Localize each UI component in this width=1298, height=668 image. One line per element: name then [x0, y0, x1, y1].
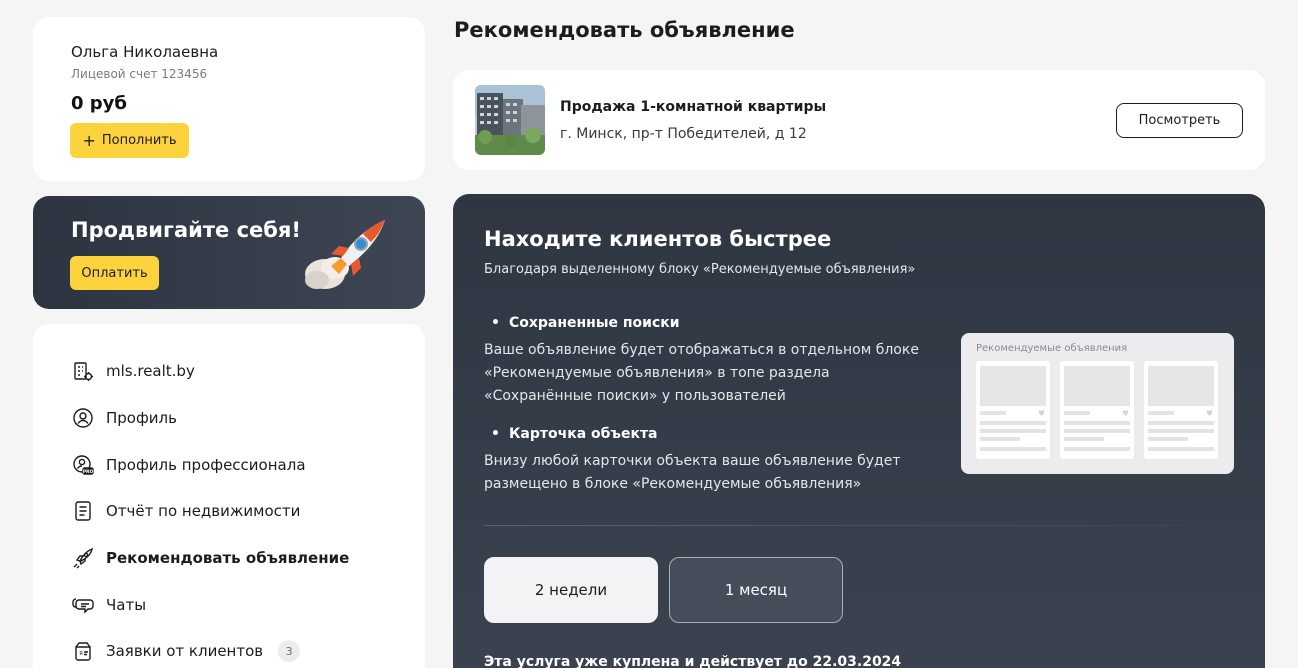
listing-thumbnail — [475, 85, 545, 155]
listing-address: г. Минск, пр-т Победителей, д 12 — [560, 126, 807, 142]
nav-item-requests[interactable]: Я Заявки от клиентов 3 — [71, 637, 301, 665]
side-nav: mls.realt.by Профиль PRO Профиль професс… — [33, 324, 425, 668]
period-option-1-month[interactable]: 1 месяц — [669, 557, 843, 623]
heart-icon: ♥ — [1205, 409, 1213, 418]
chat-icon — [71, 593, 95, 617]
account-number: Лицевой счет 123456 — [71, 67, 208, 81]
svg-text:Я: Я — [79, 651, 82, 657]
feature-title: Карточка объекта — [491, 426, 658, 442]
promo-banner: Продвигайте себя! Оплатить — [33, 196, 425, 309]
svg-text:PRO: PRO — [83, 469, 94, 475]
heart-icon: ♥ — [1037, 409, 1045, 418]
promo-title: Продвигайте себя! — [71, 218, 301, 242]
page-title: Рекомендовать объявление — [454, 18, 795, 42]
promo-panel-title: Находите клиентов быстрее — [484, 227, 832, 251]
document-icon — [71, 499, 95, 523]
period-option-2-weeks[interactable]: 2 недели — [484, 557, 658, 623]
nav-label: Чаты — [106, 596, 147, 614]
balance: 0 руб — [71, 93, 127, 114]
preview-card: ♥ — [1060, 361, 1134, 459]
feature-description: Внизу любой карточки объекта ваше объявл… — [484, 453, 901, 492]
nav-label: mls.realt.by — [106, 362, 195, 380]
user-name: Ольга Николаевна — [71, 43, 219, 61]
plus-icon: + — [82, 130, 96, 150]
nav-item-mls[interactable]: mls.realt.by — [71, 357, 195, 385]
listing-title: Продажа 1-комнатной квартиры — [560, 99, 827, 115]
listing-card: Продажа 1-комнатной квартиры г. Минск, п… — [453, 70, 1265, 170]
rocket-icon — [71, 546, 95, 570]
preview-card: ♥ — [1144, 361, 1218, 459]
building-gear-icon — [71, 359, 95, 383]
requests-icon: Я — [71, 639, 95, 663]
nav-label: Отчёт по недвижимости — [106, 502, 301, 520]
user-pro-icon: PRO — [71, 453, 95, 477]
view-listing-button[interactable]: Посмотреть — [1116, 103, 1243, 138]
nav-label: Профиль — [106, 409, 177, 427]
recommend-promo-panel: Находите клиентов быстрее Благодаря выде… — [453, 194, 1265, 668]
nav-label: Профиль профессионала — [106, 456, 306, 474]
promo-panel-subtitle: Благодаря выделенному блоку «Рекомендуем… — [484, 262, 916, 277]
topup-button[interactable]: + Пополнить — [70, 123, 189, 158]
divider — [484, 525, 1234, 526]
nav-item-pro-profile[interactable]: PRO Профиль профессионала — [71, 451, 306, 479]
preview-label: Рекомендуемые объявления — [976, 343, 1128, 354]
rocket-illustration — [305, 220, 385, 289]
nav-label: Заявки от клиентов — [106, 642, 264, 660]
preview-card: ♥ — [976, 361, 1050, 459]
pay-button[interactable]: Оплатить — [70, 256, 159, 290]
user-circle-icon — [71, 406, 95, 430]
heart-icon: ♥ — [1121, 409, 1129, 418]
recommended-block-preview: Рекомендуемые объявления ♥ ♥ ♥ — [961, 333, 1234, 474]
nav-item-chats[interactable]: Чаты — [71, 591, 146, 619]
topup-label: Пополнить — [101, 133, 177, 148]
nav-item-report[interactable]: Отчёт по недвижимости — [71, 497, 300, 525]
feature-title: Сохраненные поиски — [491, 315, 680, 331]
purchased-status-text: Эта услуга уже куплена и действует до 22… — [484, 654, 902, 668]
account-card: Ольга Николаевна Лицевой счет 123456 0 р… — [33, 17, 425, 181]
requests-count-badge: 3 — [278, 640, 301, 662]
nav-label: Рекомендовать объявление — [106, 549, 350, 567]
nav-item-profile[interactable]: Профиль — [71, 404, 177, 432]
feature-description: Ваше объявление будет отображаться в отд… — [484, 342, 919, 404]
nav-item-recommend[interactable]: Рекомендовать объявление — [71, 544, 349, 572]
